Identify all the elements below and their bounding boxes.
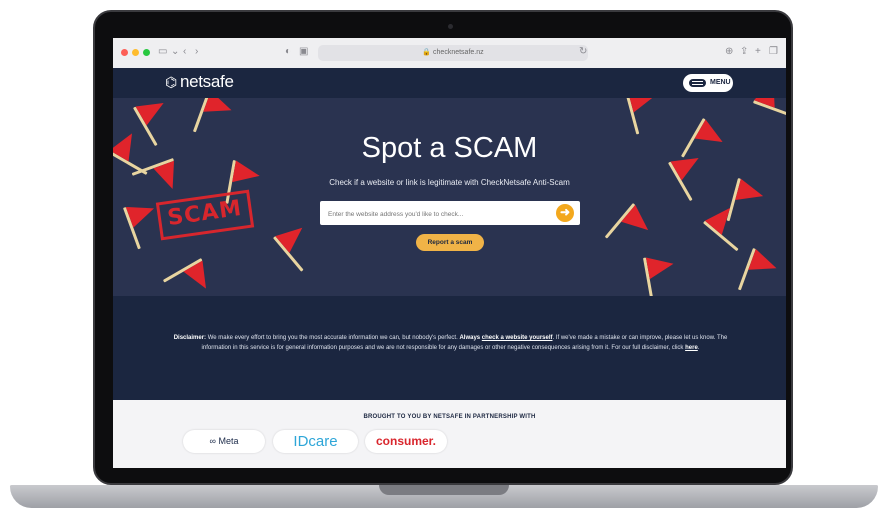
address-bar[interactable]: 🔒 checknetsafe.nz xyxy=(318,45,588,61)
privacy-shield-icon[interactable]: ◐ xyxy=(285,46,291,58)
new-tab-icon[interactable]: + xyxy=(755,46,761,58)
full-disclaimer-link[interactable]: here xyxy=(685,345,698,351)
maximize-window-button[interactable] xyxy=(143,49,150,56)
meta-logo-icon: ∞ xyxy=(209,436,216,446)
check-website-link[interactable]: check a website yourself xyxy=(482,335,553,341)
minimize-window-button[interactable] xyxy=(132,49,139,56)
hamburger-icon xyxy=(689,79,706,87)
netsafe-logo-icon: ⌬ xyxy=(165,74,177,90)
partner-label: IDcare xyxy=(293,433,338,450)
partner-label: consumer. xyxy=(375,434,437,448)
download-icon[interactable]: ⊕ xyxy=(725,46,733,58)
menu-label: MENU xyxy=(710,79,731,86)
partner-label: Meta xyxy=(218,436,239,446)
consumer-partner-logo[interactable]: consumer. xyxy=(365,430,447,453)
sidebar-icon[interactable]: ▭ xyxy=(158,46,167,58)
back-icon[interactable]: ‹ xyxy=(183,46,186,58)
tabs-icon[interactable]: ❐ xyxy=(769,46,778,58)
laptop-notch xyxy=(379,485,509,495)
disclaimer-text: Disclaimer: We make every effort to brin… xyxy=(168,333,733,353)
reload-icon[interactable]: ↻ xyxy=(579,46,587,58)
disclaimer-always: Always xyxy=(459,335,481,341)
page-subtitle: Check if a website or link is legitimate… xyxy=(329,178,570,187)
forward-icon[interactable]: › xyxy=(195,46,198,58)
meta-partner-logo[interactable]: ∞ Meta xyxy=(183,430,265,453)
partners-heading: BROUGHT TO YOU BY NETSAFE IN PARTNERSHIP… xyxy=(363,414,536,420)
url-search-box: ➜ xyxy=(320,201,580,225)
disclaimer-period: . xyxy=(697,345,700,351)
logo-text: netsafe xyxy=(179,72,234,91)
website-address-input[interactable] xyxy=(326,205,550,223)
disclaimer-body: We make every effort to bring you the mo… xyxy=(206,335,460,341)
close-window-button[interactable] xyxy=(121,49,128,56)
chevron-down-icon[interactable]: ⌄ xyxy=(171,46,179,58)
browser-toolbar: ▭ ⌄ ‹ › ◐ ▣ 🔒 checknetsafe.nz ↻ ⊕ ⇪ + ❐ xyxy=(113,38,786,69)
idcare-partner-logo[interactable]: IDcare xyxy=(273,430,358,453)
url-text: checknetsafe.nz xyxy=(433,49,484,56)
report-scam-button[interactable]: Report a scam xyxy=(416,234,484,251)
tab-overview-icon[interactable]: ▣ xyxy=(299,46,308,58)
camera-icon xyxy=(448,24,453,29)
share-icon[interactable]: ⇪ xyxy=(740,46,748,58)
screen: ▭ ⌄ ‹ › ◐ ▣ 🔒 checknetsafe.nz ↻ ⊕ ⇪ + ❐ … xyxy=(113,38,786,468)
check-submit-button[interactable]: ➜ xyxy=(556,204,574,222)
disclaimer-label: Disclaimer: xyxy=(173,335,207,341)
menu-button[interactable]: MENU xyxy=(683,74,733,92)
arrow-right-icon: ➜ xyxy=(559,205,571,219)
page-title: Spot a SCAM xyxy=(361,132,538,164)
lock-icon: 🔒 xyxy=(422,49,432,56)
netsafe-logo[interactable]: ⌬ netsafe xyxy=(165,72,234,92)
